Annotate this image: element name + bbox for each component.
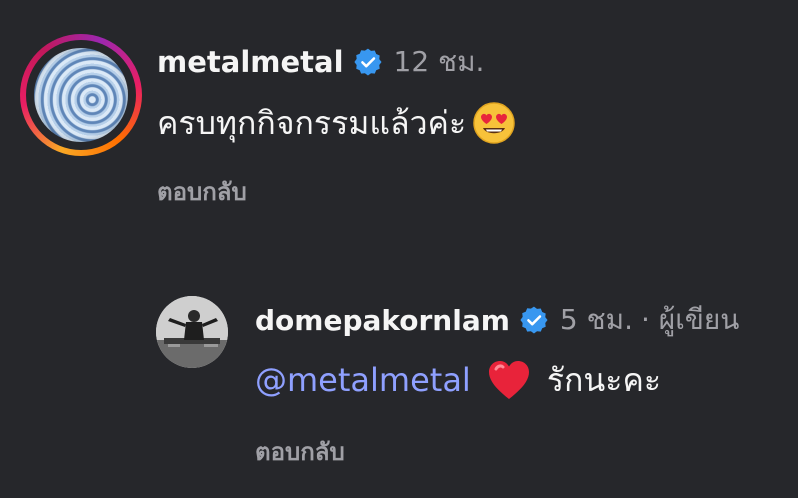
timestamp: 5 ชม. <box>559 303 633 336</box>
comment-body: รักนะคะ <box>546 360 662 399</box>
comment-text: @metalmetal รักนะคะ <box>255 356 661 404</box>
comment: metalmetal 12 ชม. ครบทุกกิจกรรมแล้วค่ะ ต… <box>0 0 798 240</box>
heart-eyes-emoji-icon <box>473 102 515 144</box>
username[interactable]: domepakornlam <box>255 304 510 337</box>
mention-link[interactable]: @metalmetal <box>255 361 471 399</box>
avatar-photo-icon <box>156 296 228 368</box>
comment-text: ครบทุกกิจกรรมแล้วค่ะ <box>157 98 516 148</box>
story-ring-inner <box>26 40 136 150</box>
author-tag: · ผู้เขียน <box>640 303 740 336</box>
comment-body: ครบทุกกิจกรรมแล้วค่ะ <box>157 103 467 142</box>
avatar[interactable] <box>34 48 128 142</box>
red-heart-emoji-icon <box>488 361 529 399</box>
reply-comment: domepakornlam 5 ชม. · ผู้เขียน @metalmet… <box>0 280 798 498</box>
comment-header: metalmetal 12 ชม. <box>157 40 484 84</box>
timestamp: 12 ชม. <box>393 45 485 78</box>
comment-header: domepakornlam 5 ชม. · ผู้เขียน <box>255 298 739 342</box>
avatar[interactable] <box>156 296 228 368</box>
verified-badge-icon <box>353 48 382 76</box>
reply-button[interactable]: ตอบกลับ <box>255 432 345 471</box>
username[interactable]: metalmetal <box>157 45 344 79</box>
story-ring[interactable] <box>20 34 142 156</box>
reply-button[interactable]: ตอบกลับ <box>157 172 247 211</box>
verified-badge-icon <box>520 306 548 334</box>
